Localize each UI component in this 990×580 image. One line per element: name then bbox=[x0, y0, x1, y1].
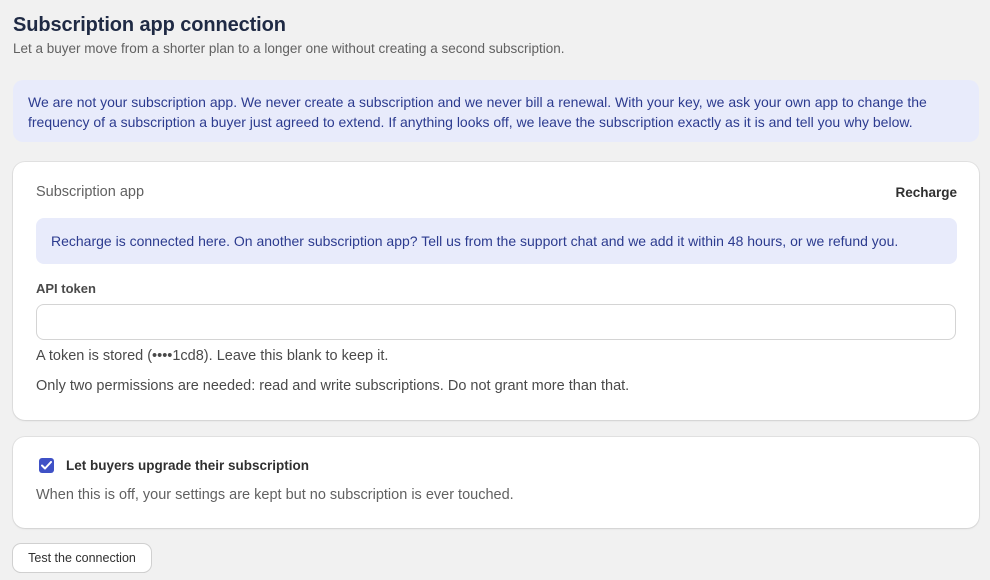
upgrade-help-text: When this is off, your settings are kept… bbox=[36, 487, 514, 503]
connection-note-banner: Recharge is connected here. On another s… bbox=[36, 218, 957, 264]
subscription-app-row: Subscription app Recharge bbox=[36, 184, 957, 200]
upgrade-checkbox-row[interactable]: Let buyers upgrade their subscription bbox=[39, 458, 309, 473]
subscription-app-label: Subscription app bbox=[36, 184, 145, 200]
permissions-help-text: Only two permissions are needed: read an… bbox=[36, 378, 630, 394]
upgrade-checkbox[interactable] bbox=[39, 458, 54, 473]
page-title: Subscription app connection bbox=[13, 14, 286, 36]
subscription-app-card: Subscription app Recharge Recharge is co… bbox=[13, 162, 979, 420]
api-token-input[interactable] bbox=[36, 304, 956, 340]
check-icon bbox=[41, 461, 52, 470]
page-subtitle: Let a buyer move from a shorter plan to … bbox=[13, 41, 565, 56]
upgrade-settings-card: Let buyers upgrade their subscription Wh… bbox=[13, 437, 979, 528]
api-token-label: API token bbox=[36, 281, 96, 296]
subscription-app-value: Recharge bbox=[895, 184, 957, 200]
test-connection-button[interactable]: Test the connection bbox=[13, 544, 151, 572]
upgrade-checkbox-label[interactable]: Let buyers upgrade their subscription bbox=[66, 458, 309, 473]
info-banner: We are not your subscription app. We nev… bbox=[13, 80, 979, 142]
token-help-text: A token is stored (••••1cd8). Leave this… bbox=[36, 348, 389, 364]
